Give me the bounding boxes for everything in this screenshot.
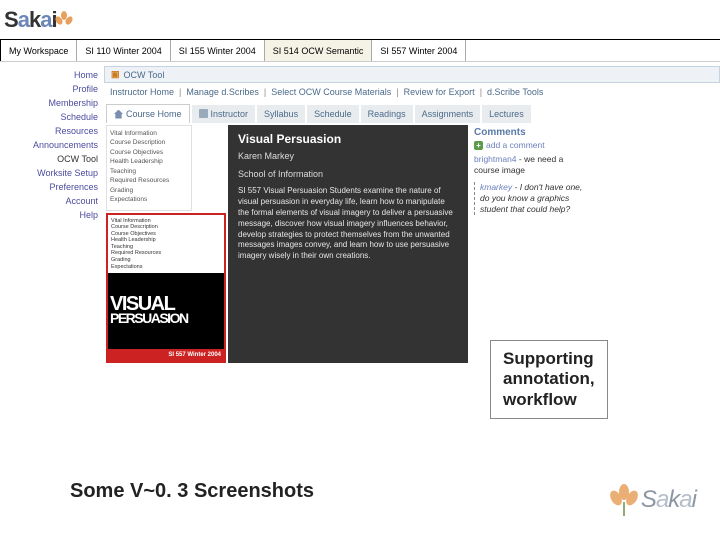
flower-icon (57, 13, 71, 27)
annotation-callout: Supporting annotation, workflow (490, 340, 608, 419)
comments-heading: Comments (474, 127, 586, 138)
tab-si-557[interactable]: SI 557 Winter 2004 (372, 40, 466, 61)
li-obj[interactable]: Course Objectives (110, 149, 188, 157)
ctab-lectures[interactable]: Lectures (482, 105, 531, 123)
tab-si-514[interactable]: SI 514 OCW Semantic (265, 40, 373, 61)
comments-panel: Comments + add a comment brightman4 - we… (470, 125, 590, 363)
tab-si-155[interactable]: SI 155 Winter 2004 (171, 40, 265, 61)
tab-si-110[interactable]: SI 110 Winter 2004 (77, 40, 170, 61)
ctab-course-home[interactable]: Course Home (106, 104, 190, 123)
course-title: Visual Persuasion (238, 131, 458, 147)
course-description-panel: Visual Persuasion Karen Markey School of… (228, 125, 468, 363)
nav-account[interactable]: Account (0, 194, 98, 208)
li-desc[interactable]: Course Description (110, 139, 188, 147)
ctab-schedule[interactable]: Schedule (307, 105, 359, 123)
tab-my-workspace[interactable]: My Workspace (0, 40, 77, 61)
subnav-instructor-home[interactable]: Instructor Home (110, 87, 174, 97)
li-teach[interactable]: Teaching (110, 168, 188, 176)
li-health[interactable]: Health Leadership (110, 158, 188, 166)
course-instructor: Karen Markey (238, 150, 458, 162)
li-vital[interactable]: Vital Information (110, 130, 188, 138)
nav-home[interactable]: Home (0, 68, 98, 82)
footer-logo: Sakai (611, 484, 696, 516)
cover-list: Vital Information Course Description Cou… (108, 215, 224, 274)
tool-title: OCW Tool (124, 70, 165, 80)
nav-schedule[interactable]: Schedule (0, 110, 98, 124)
comment-item-reply: kmarkey - I don't have one, do you know … (474, 182, 586, 215)
comment-user[interactable]: brightman4 (474, 154, 517, 164)
side-navigation: Home Profile Membership Schedule Resourc… (0, 62, 104, 363)
course-body: Vital Information Course Description Cou… (104, 125, 720, 363)
nav-announcements[interactable]: Announcements (0, 138, 98, 152)
subnav-review-export[interactable]: Review for Export (404, 87, 475, 97)
li-expect[interactable]: Expectations (110, 196, 188, 204)
nav-ocw-tool[interactable]: OCW Tool (0, 152, 98, 166)
home-icon (114, 110, 123, 119)
comment-user[interactable]: kmarkey (480, 182, 512, 192)
subnav-manage-dscribes[interactable]: Manage d.Scribes (186, 87, 259, 97)
course-cover-image: Vital Information Course Description Cou… (106, 213, 226, 363)
nav-profile[interactable]: Profile (0, 82, 98, 96)
subnav-dscribe-tools[interactable]: d.Scribe Tools (487, 87, 543, 97)
content-column: ▣ OCW Tool Instructor Home| Manage d.Scr… (104, 62, 720, 363)
li-grade[interactable]: Grading (110, 187, 188, 195)
ctab-syllabus[interactable]: Syllabus (257, 105, 305, 123)
subnav-select-ocw[interactable]: Select OCW Course Materials (271, 87, 391, 97)
left-column: Vital Information Course Description Cou… (106, 125, 226, 363)
plus-icon: + (474, 141, 483, 150)
brand-logo: Sakai (4, 7, 57, 33)
main-area: Home Profile Membership Schedule Resourc… (0, 62, 720, 363)
nav-preferences[interactable]: Preferences (0, 180, 98, 194)
course-school: School of Information (238, 168, 458, 180)
brand-bar: Sakai (0, 0, 720, 40)
ctab-instructor[interactable]: Instructor (192, 105, 256, 123)
nav-resources[interactable]: Resources (0, 124, 98, 138)
li-req[interactable]: Required Resources (110, 177, 188, 185)
left-info-list: Vital Information Course Description Cou… (106, 125, 192, 211)
course-tabs: Course Home Instructor Syllabus Schedule… (104, 101, 720, 125)
slide-caption: Some V~0. 3 Screenshots (70, 480, 314, 503)
nav-membership[interactable]: Membership (0, 96, 98, 110)
tool-subnav: Instructor Home| Manage d.Scribes| Selec… (104, 83, 720, 101)
flower-icon (611, 484, 637, 516)
comment-item: brightman4 - we need a course image (474, 154, 586, 176)
workspace-tabs: My Workspace SI 110 Winter 2004 SI 155 W… (0, 40, 720, 62)
tool-title-bar: ▣ OCW Tool (104, 66, 720, 83)
nav-worksite-setup[interactable]: Worksite Setup (0, 166, 98, 180)
ctab-readings[interactable]: Readings (361, 105, 413, 123)
add-comment-link[interactable]: + add a comment (474, 140, 586, 150)
doc-icon (199, 109, 208, 118)
course-description: SI 557 Visual Persuasion Students examin… (238, 186, 458, 262)
footer-brand-text: Sakai (641, 486, 696, 514)
cover-strip: SI 557 Winter 2004 (108, 349, 224, 361)
tool-icon: ▣ (111, 69, 120, 80)
ctab-assignments[interactable]: Assignments (415, 105, 481, 123)
app-screenshot: Sakai My Workspace SI 110 Winter 2004 SI… (0, 0, 720, 363)
cover-title: VISUAL PERSUASION (108, 273, 224, 348)
nav-help[interactable]: Help (0, 208, 98, 222)
